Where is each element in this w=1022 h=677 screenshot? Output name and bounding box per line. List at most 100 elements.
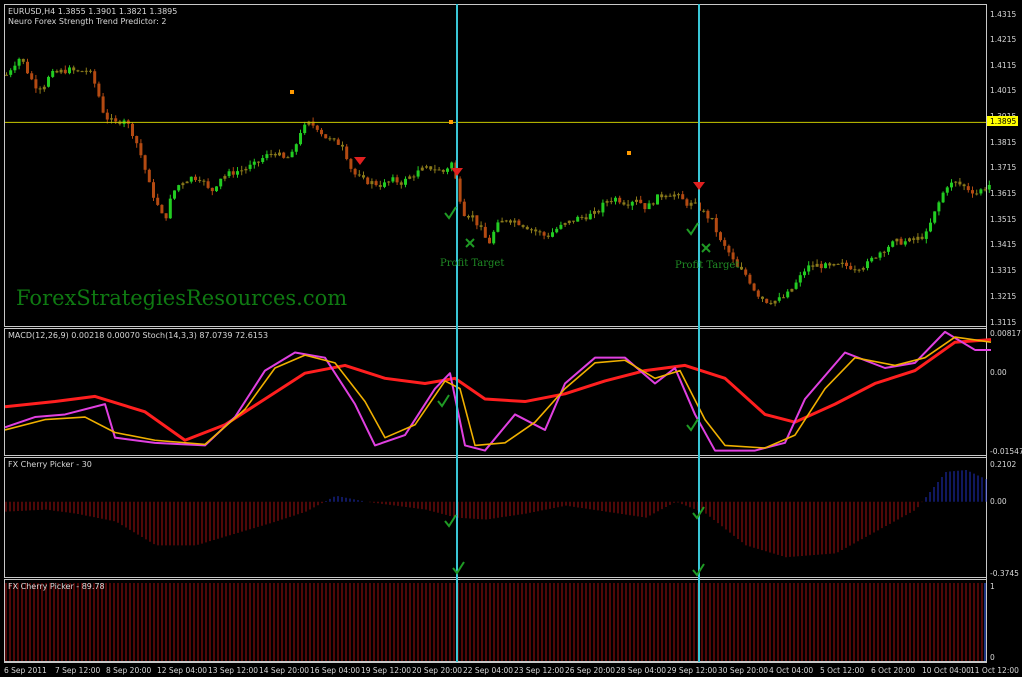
candle-body — [240, 170, 244, 172]
candle-body — [903, 241, 907, 245]
candle-body — [975, 193, 979, 195]
candle-body — [17, 58, 21, 66]
candle-body — [672, 194, 676, 197]
time-tick: 30 Sep 20:00 — [718, 666, 768, 675]
price-tick: 1.4315 — [990, 10, 1016, 19]
macd-tick: 0.00 — [990, 368, 1007, 377]
candle-body — [534, 229, 538, 232]
candle-body — [891, 241, 895, 247]
checkmark-icon — [444, 206, 457, 220]
candle-body — [954, 181, 958, 183]
candle-body — [227, 171, 231, 177]
candle-body — [59, 69, 63, 73]
time-tick: 29 Sep 12:00 — [667, 666, 717, 675]
cherry89-histogram — [5, 583, 986, 661]
time-tick: 12 Sep 04:00 — [157, 666, 207, 675]
candle-body — [740, 266, 743, 270]
candle-body — [614, 197, 617, 202]
candle-body — [437, 169, 441, 171]
price-tick: 1.3415 — [990, 240, 1016, 249]
candle-body — [803, 271, 806, 276]
candle-body — [832, 264, 836, 266]
candle-body — [231, 171, 235, 175]
candle-body — [811, 265, 815, 267]
candle-body — [630, 201, 634, 206]
candle-body — [21, 58, 25, 62]
trading-chart[interactable]: EURUSD,H4 1.3855 1.3901 1.3821 1.3895 Ne… — [0, 0, 1022, 677]
candle-body — [895, 238, 899, 242]
candle-body — [773, 300, 777, 304]
candle-body — [572, 220, 575, 222]
candle-body — [30, 73, 34, 80]
candle-body — [89, 70, 92, 72]
candle-body — [798, 275, 802, 283]
candle-body — [597, 211, 601, 213]
price-tick: 1.3615 — [990, 189, 1016, 198]
time-tick: 19 Sep 12:00 — [361, 666, 411, 675]
cherry30-tick: 0.2102 — [990, 460, 1016, 469]
candle-body — [378, 185, 382, 187]
candle-body — [420, 167, 424, 171]
candle-body — [467, 216, 470, 218]
candle-body — [870, 257, 874, 262]
candle-body — [908, 238, 911, 242]
time-tick: 28 Sep 04:00 — [616, 666, 666, 675]
candle-body — [605, 201, 609, 203]
candle-body — [412, 176, 416, 178]
candle-body — [584, 217, 588, 220]
candle-body — [962, 184, 966, 187]
candle-body — [857, 269, 861, 271]
candle-body — [181, 183, 185, 186]
candle-body — [479, 225, 483, 227]
candle-body — [920, 236, 924, 239]
candle-body — [320, 129, 323, 135]
candle-body — [937, 202, 941, 212]
candle-body — [576, 216, 580, 222]
price-tick: 1.3715 — [990, 163, 1016, 172]
time-tick: 5 Oct 12:00 — [820, 666, 864, 675]
candle-body — [206, 181, 210, 188]
candle-body — [353, 168, 357, 175]
price-tick: 1.3215 — [990, 292, 1016, 301]
current-price-value: 1.3895 — [990, 117, 1016, 126]
candle-body — [404, 178, 407, 185]
cherry89-tick: 1 — [990, 582, 995, 591]
candle-body — [727, 245, 731, 253]
candle-body — [517, 220, 521, 226]
candle-body — [567, 220, 571, 224]
candle-body — [609, 201, 613, 203]
candle-body — [101, 96, 105, 113]
candle-body — [765, 298, 769, 303]
candle-body — [546, 235, 550, 237]
candle-body — [433, 169, 437, 171]
candle-body — [303, 124, 307, 134]
candle-body — [874, 257, 878, 259]
candle-body — [131, 123, 134, 137]
candle-body — [143, 155, 147, 170]
candle-body — [357, 174, 361, 176]
candle-body — [836, 263, 840, 265]
price-axis-ticks: 1.4315 1.4215 1.4115 1.4015 1.3915 1.381… — [990, 10, 1016, 327]
candle-body — [538, 231, 542, 233]
candle-body — [177, 185, 181, 191]
checkmark-icon — [686, 418, 699, 432]
time-tick: 14 Sep 20:00 — [259, 666, 309, 675]
candle-body — [496, 222, 500, 232]
candle-body — [689, 202, 693, 206]
main-title: EURUSD,H4 1.3855 1.3901 1.3821 1.3895 — [8, 7, 177, 16]
candle-body — [958, 181, 962, 185]
candle-body — [13, 65, 17, 71]
price-tick: 1.4215 — [990, 35, 1016, 44]
candle-body — [462, 201, 466, 217]
cherry30-tick: 0.00 — [990, 497, 1007, 506]
candle-body — [824, 263, 827, 269]
sell-arrow-icon — [693, 182, 705, 190]
macd-tick: -0.01547 — [990, 447, 1022, 456]
candle-body — [210, 187, 214, 192]
candle-body — [643, 203, 647, 210]
watermark: ForexStrategiesResources.com — [16, 286, 347, 310]
cherry30-label: FX Cherry Picker - 30 — [8, 460, 92, 469]
candle-body — [189, 176, 193, 182]
candle-body — [660, 194, 664, 198]
candle-body — [446, 168, 449, 172]
